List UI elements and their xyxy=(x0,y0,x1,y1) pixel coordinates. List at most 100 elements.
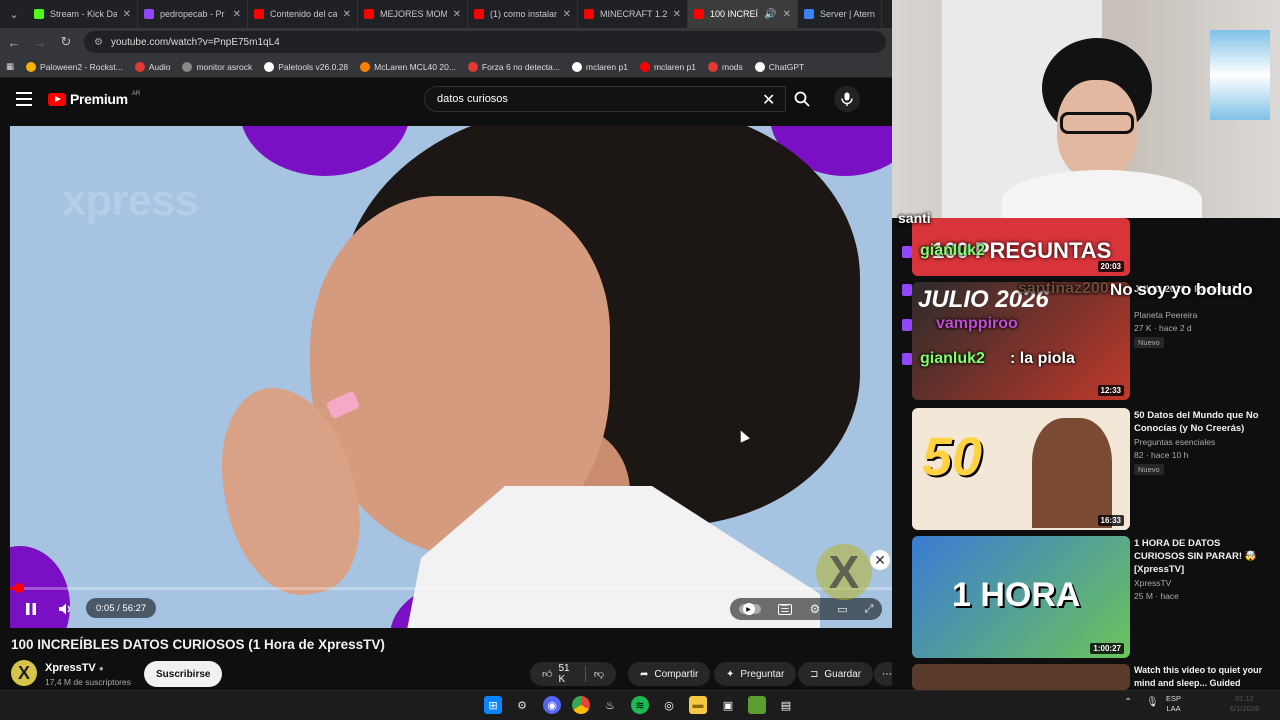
input-language[interactable]: ESP LAA xyxy=(1166,694,1181,714)
bookmark-label: Paloween2 - Rockst... xyxy=(40,61,123,72)
search-button[interactable] xyxy=(786,86,818,112)
bookmark[interactable]: McLaren MCL40 20... xyxy=(360,61,456,72)
clear-search-icon[interactable]: ✕ xyxy=(762,90,775,110)
like-button[interactable]: 👍︎ 51 K xyxy=(542,663,577,685)
browser-tab[interactable]: Stream - Kick Da ✕ xyxy=(28,0,138,28)
minecraft-icon[interactable] xyxy=(748,696,766,714)
pause-button[interactable] xyxy=(22,600,40,618)
close-tab-icon[interactable]: ✕ xyxy=(233,9,241,20)
close-tab-icon[interactable]: ✕ xyxy=(123,9,131,20)
recommendation-title[interactable]: Watch this video to quiet your mind and … xyxy=(1134,664,1264,690)
bookmark[interactable]: Forza 6 no detecta... xyxy=(467,61,560,72)
subscribe-button[interactable]: Suscribirse xyxy=(144,661,223,687)
store-icon[interactable]: ▣ xyxy=(719,696,737,714)
channel-avatar[interactable]: X xyxy=(11,660,37,686)
browser-tab[interactable]: (1) como instalar ✕ xyxy=(468,0,578,28)
tab-title: Server | Aternos xyxy=(820,9,875,19)
reload-icon[interactable]: ↻ xyxy=(58,34,74,50)
channel-name[interactable]: XpressTV ● xyxy=(45,662,104,674)
close-overlay-icon[interactable]: ✕ xyxy=(870,550,890,570)
menu-icon[interactable] xyxy=(16,92,32,106)
autoplay-toggle[interactable]: ▶ xyxy=(738,603,761,615)
youtube-premium-logo[interactable]: Premium AR xyxy=(48,91,140,107)
bookmark[interactable]: Paloween2 - Rockst... xyxy=(26,61,123,72)
chat-message: : la piola xyxy=(1010,350,1075,367)
recommendation-channel[interactable]: Planeta Peereira xyxy=(1134,309,1197,322)
bookmark[interactable]: monitor asrock xyxy=(182,61,253,72)
mclaren-icon xyxy=(360,61,371,72)
youtube-icon xyxy=(694,9,704,19)
theater-mode-icon[interactable]: ▭ xyxy=(837,603,847,616)
steam-icon[interactable]: ♨ xyxy=(601,696,619,714)
bookmark-label: Paletools v26.0.28 xyxy=(278,61,349,72)
browser-tab[interactable]: Contenido del ca ✕ xyxy=(248,0,358,28)
spotify-icon[interactable]: ≋ xyxy=(631,696,649,714)
windows-start-icon[interactable]: ⊞ xyxy=(484,696,502,714)
volume-button[interactable] xyxy=(56,600,74,618)
close-tab-icon[interactable]: ✕ xyxy=(343,9,351,20)
tab-title: 100 INCREÍB xyxy=(710,9,759,19)
share-button[interactable]: ➦ Compartir xyxy=(628,662,711,686)
save-button[interactable]: ⊐ Guardar xyxy=(798,662,874,686)
voice-search-button[interactable] xyxy=(834,86,860,112)
tray-mic-icon[interactable]: 🎙 xyxy=(1146,698,1159,708)
recommendation-channel[interactable]: XpressTV xyxy=(1134,577,1171,590)
site-info-icon[interactable]: ⚙ xyxy=(94,37,103,48)
recommendation-thumbnail[interactable] xyxy=(912,664,1130,690)
settings-icon[interactable]: ⚙ xyxy=(513,696,531,714)
close-tab-icon[interactable]: ✕ xyxy=(453,9,461,20)
bookmark[interactable]: mclaren p1 xyxy=(639,61,696,72)
browser-tab[interactable]: pedropecab - Pr ✕ xyxy=(138,0,248,28)
bookmark[interactable]: ChatGPT xyxy=(754,61,804,72)
dislike-button[interactable]: 👎︎ xyxy=(594,668,604,680)
lang-bottom: LAA xyxy=(1166,704,1181,713)
bookmark[interactable]: mods xyxy=(708,61,743,72)
tray-chevron-icon[interactable]: ⌃ xyxy=(1124,698,1132,708)
discord-icon[interactable]: ◉ xyxy=(543,696,561,714)
bookmark[interactable]: Audio xyxy=(134,61,170,72)
chrome-icon[interactable] xyxy=(572,696,590,714)
search-icon xyxy=(794,91,810,107)
lang-top: ESP xyxy=(1166,694,1182,703)
close-tab-icon[interactable]: ✕ xyxy=(673,9,681,20)
browser-tab[interactable]: MINECRAFT 1.26 ✕ xyxy=(578,0,688,28)
tab-search-chevron-icon[interactable]: ⌄ xyxy=(0,0,28,28)
bookmark-label: monitor asrock xyxy=(196,61,253,72)
forward-arrow-icon[interactable]: → xyxy=(32,35,48,50)
clock[interactable]: 01:12 6/1/2026 xyxy=(1230,694,1259,714)
close-tab-icon[interactable]: ✕ xyxy=(563,9,571,20)
tab-title: (1) como instalar xyxy=(490,9,557,19)
subtitles-icon[interactable]: ☰ xyxy=(777,603,793,615)
speaker-icon[interactable]: 🔊 xyxy=(764,9,776,20)
app-window-icon[interactable]: ▤ xyxy=(777,696,795,714)
apps-grid-icon[interactable]: ▦ xyxy=(6,61,14,72)
new-badge: Nuevo xyxy=(1134,464,1164,475)
bookmark[interactable]: Paletools v26.0.28 xyxy=(264,61,349,72)
obs-icon[interactable]: ◎ xyxy=(660,696,678,714)
recommendation-thumbnail[interactable]: 1 HORA 1:00:27 xyxy=(912,536,1130,658)
video-duration: 12:33 xyxy=(1097,385,1124,396)
search-input[interactable]: datos curiosos xyxy=(424,86,786,112)
bookmark[interactable]: mclaren p1 xyxy=(571,61,628,72)
bookmark-label: McLaren MCL40 20... xyxy=(374,61,456,72)
close-tab-icon[interactable]: ✕ xyxy=(783,9,791,20)
recommendation-thumbnail[interactable]: JULIO 2026 12:33 xyxy=(912,282,1130,400)
back-arrow-icon[interactable]: ← xyxy=(6,35,22,50)
video-player[interactable]: xpress xyxy=(10,126,892,628)
url-field[interactable]: ⚙ youtube.com/watch?v=PnpE75m1qL4 xyxy=(84,31,886,53)
ask-button[interactable]: ✦ Preguntar xyxy=(714,662,797,686)
recommendation-title[interactable]: 1 HORA DE DATOS CURIOSOS SIN PARAR! 🤯 [X… xyxy=(1134,537,1264,576)
fullscreen-icon[interactable]: ⤢ xyxy=(865,603,874,616)
tab-title: MEJORES MOME xyxy=(380,9,447,19)
browser-tab[interactable]: Server | Aternos xyxy=(798,0,882,28)
recommendation-channel[interactable]: Preguntas esenciales xyxy=(1134,436,1215,449)
video-progress-bar[interactable] xyxy=(10,587,892,590)
browser-tab-active[interactable]: 100 INCREÍB 🔊 ✕ xyxy=(688,0,798,28)
video-scrubber-handle[interactable] xyxy=(14,583,24,593)
recommendation-thumbnail[interactable]: 50 16:33 xyxy=(912,408,1130,530)
settings-gear-icon[interactable]: ⚙ xyxy=(809,602,820,616)
file-explorer-icon[interactable]: ▬ xyxy=(689,696,707,714)
recommendation-title[interactable]: 50 Datos del Mundo que No Conocías (y No… xyxy=(1134,409,1264,435)
browser-tab[interactable]: MEJORES MOME ✕ xyxy=(358,0,468,28)
subscriber-count: 17,4 M de suscriptores xyxy=(45,677,131,687)
